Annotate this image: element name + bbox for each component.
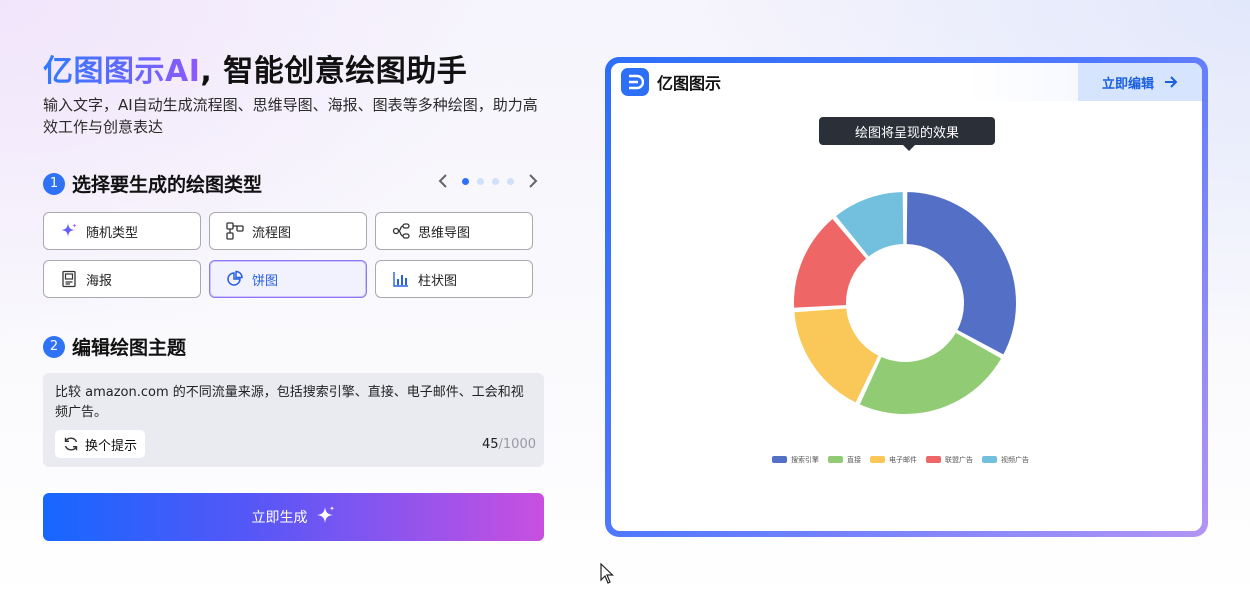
sparkle-icon <box>316 505 336 529</box>
legend-item-3[interactable]: 电子邮件 <box>870 455 917 464</box>
diagram-type-grid: 随机类型 流程图 思维导图 海报 饼图 柱状图 <box>43 212 533 298</box>
char-counter: 45/1000 <box>482 437 536 452</box>
char-max: /1000 <box>498 437 536 452</box>
brand-name: 亿图图示AI <box>43 54 201 89</box>
step1-title: 选择要生成的绘图类型 <box>72 174 263 196</box>
type-bar-label: 柱状图 <box>418 273 458 289</box>
next-page-button[interactable] <box>522 170 544 192</box>
type-mindmap-label: 思维导图 <box>418 225 471 241</box>
legend-swatch-1 <box>772 456 787 463</box>
legend-swatch-4 <box>926 456 941 463</box>
prev-page-button[interactable] <box>432 170 454 192</box>
type-flowchart-button[interactable]: 流程图 <box>209 212 367 250</box>
type-pie-label: 饼图 <box>252 273 279 289</box>
flowchart-icon <box>226 222 244 240</box>
poster-icon <box>60 270 78 288</box>
refresh-icon <box>64 437 78 451</box>
pager-dot-3[interactable] <box>492 177 499 185</box>
step2-number: 2 <box>43 335 65 358</box>
bar-chart-icon <box>392 270 410 288</box>
mouse-cursor-icon <box>600 562 614 589</box>
page-title: 亿图图示AI, 智能创意绘图助手 <box>43 52 544 92</box>
legend-swatch-2 <box>828 456 843 463</box>
preview-canvas: 亿图图示 立即编辑 绘图将呈现的效果 搜索引擎 直接 电子邮件 联盟广告 视频广告 <box>611 63 1202 531</box>
page-subtitle: 输入文字，AI自动生成流程图、思维导图、海报、图表等多种绘图，助力高效工作与创意… <box>43 96 538 136</box>
type-pie-button[interactable]: 饼图 <box>209 260 367 298</box>
mindmap-icon <box>392 222 410 240</box>
type-poster-button[interactable]: 海报 <box>43 260 201 298</box>
legend-item-2[interactable]: 直接 <box>828 455 861 464</box>
step2-header: 2 编辑绘图主题 <box>43 333 186 360</box>
pager-dot-1[interactable] <box>462 177 469 185</box>
chevron-right-icon <box>529 174 538 188</box>
type-bar-button[interactable]: 柱状图 <box>375 260 533 298</box>
tagline: , 智能创意绘图助手 <box>200 54 468 89</box>
prompt-editor[interactable]: 比较 amazon.com 的不同流量来源，包括搜索引擎、直接、电子邮件、工会和… <box>43 373 544 467</box>
step1-number: 1 <box>43 172 65 195</box>
legend-swatch-3 <box>870 456 885 463</box>
legend-swatch-5 <box>982 456 997 463</box>
legend-item-1[interactable]: 搜索引擎 <box>772 455 819 464</box>
step1-header: 1 选择要生成的绘图类型 <box>43 170 262 197</box>
pager-dot-4[interactable] <box>507 177 514 185</box>
type-random-button[interactable]: 随机类型 <box>43 212 201 250</box>
swap-prompt-button[interactable]: 换个提示 <box>55 430 146 458</box>
type-pager <box>432 170 544 192</box>
step2-title: 编辑绘图主题 <box>72 337 187 359</box>
legend-label-1: 搜索引擎 <box>791 455 819 464</box>
preview-panel: 亿图图示 立即编辑 绘图将呈现的效果 搜索引擎 直接 电子邮件 联盟广告 视频广告 <box>605 57 1208 537</box>
char-count: 45 <box>481 437 499 452</box>
generate-label: 立即生成 <box>251 510 308 526</box>
sparkle-icon <box>60 222 78 240</box>
legend-label-3: 电子邮件 <box>889 455 917 464</box>
prompt-text[interactable]: 比较 amazon.com 的不同流量来源，包括搜索引擎、直接、电子邮件、工会和… <box>55 383 535 423</box>
pie-chart-icon <box>226 270 244 288</box>
legend-label-4: 联盟广告 <box>945 455 973 464</box>
donut-chart: 搜索引擎 直接 电子邮件 联盟广告 视频广告 <box>772 190 1029 464</box>
type-flowchart-label: 流程图 <box>252 225 292 241</box>
type-random-label: 随机类型 <box>86 225 139 241</box>
type-poster-label: 海报 <box>86 273 113 289</box>
legend-item-4[interactable]: 联盟广告 <box>926 455 973 464</box>
swap-prompt-label: 换个提示 <box>85 438 138 454</box>
left-panel: 亿图图示AI, 智能创意绘图助手 输入文字，AI自动生成流程图、思维导图、海报、… <box>43 52 544 541</box>
pager-dot-2[interactable] <box>477 177 484 185</box>
legend-label-2: 直接 <box>847 455 861 464</box>
pie-slice-1[interactable] <box>904 190 1018 357</box>
type-mindmap-button[interactable]: 思维导图 <box>375 212 533 250</box>
legend-item-5[interactable]: 视频广告 <box>982 455 1029 464</box>
chevron-left-icon <box>438 174 447 188</box>
legend-label-5: 视频广告 <box>1001 455 1029 464</box>
generate-button[interactable]: 立即生成 <box>43 493 544 541</box>
